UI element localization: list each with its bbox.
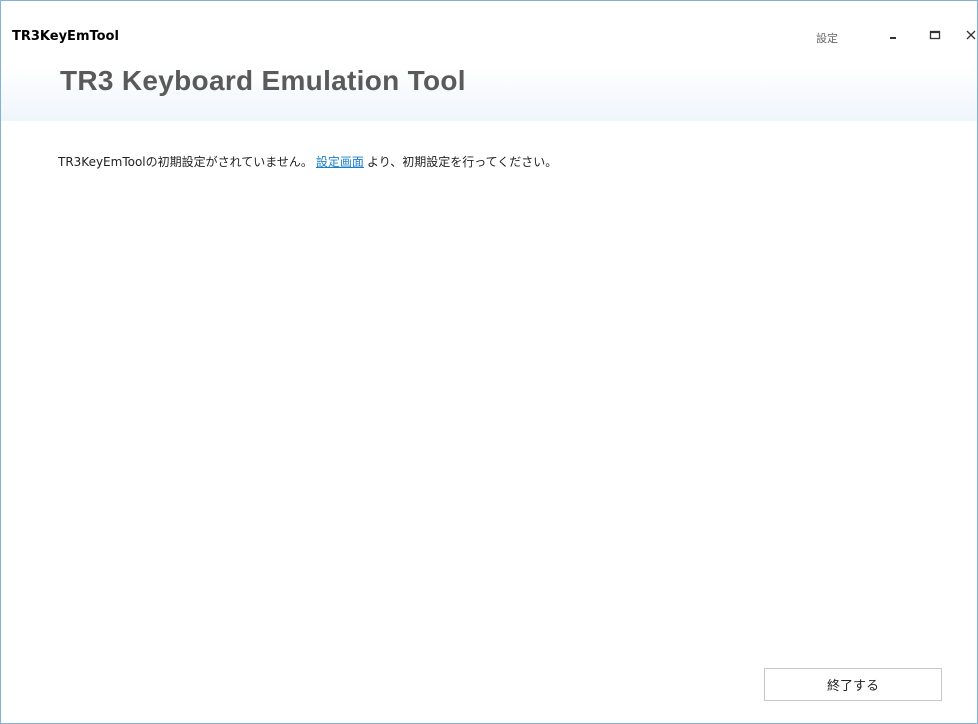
minimize-icon xyxy=(890,37,896,39)
maximize-icon xyxy=(929,30,941,40)
page-title: TR3 Keyboard Emulation Tool xyxy=(60,65,466,96)
title-bar: TR3KeyEmTool 設定 TR3 Keyboard Emulation T… xyxy=(1,1,977,121)
maximize-button[interactable] xyxy=(923,23,947,47)
close-button[interactable] xyxy=(959,23,978,47)
message-text-before: TR3KeyEmToolの初期設定がされていません。 xyxy=(58,155,313,169)
close-icon xyxy=(966,30,976,40)
settings-screen-link[interactable]: 設定画面 xyxy=(316,155,364,169)
setup-message: TR3KeyEmToolの初期設定がされていません。 設定画面 より、初期設定を行っ… xyxy=(58,153,557,170)
exit-button[interactable]: 終了する xyxy=(764,668,942,701)
app-title: TR3KeyEmTool xyxy=(12,29,119,44)
message-text-after: より、初期設定を行ってください。 xyxy=(366,155,558,169)
settings-link[interactable]: 設定 xyxy=(816,30,838,46)
minimize-button[interactable] xyxy=(881,23,905,47)
app-window: TR3KeyEmTool 設定 TR3 Keyboard Emulation T… xyxy=(0,0,978,724)
